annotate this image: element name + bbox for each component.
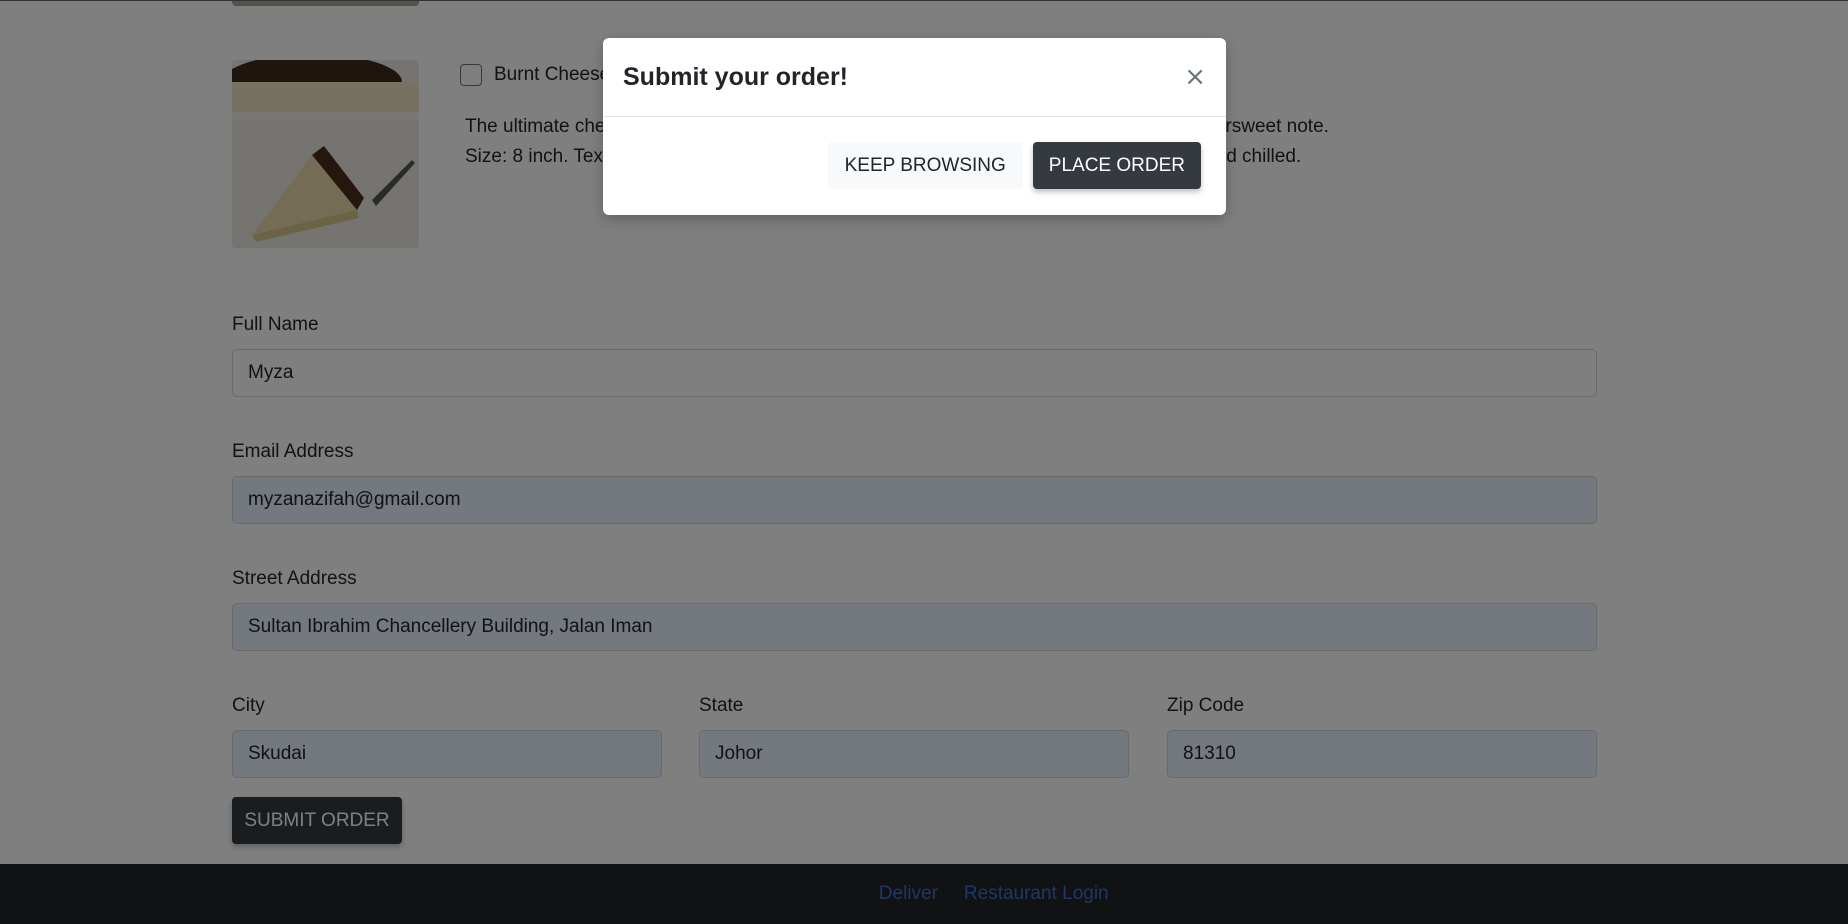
top-border — [0, 0, 1848, 1]
modal-header: Submit your order! × — [603, 38, 1226, 117]
modal-footer: KEEP BROWSING PLACE ORDER — [603, 117, 1226, 189]
place-order-button[interactable]: PLACE ORDER — [1032, 142, 1201, 189]
modal-title: Submit your order! — [623, 62, 849, 91]
submit-order-modal: Submit your order! × KEEP BROWSING PLACE… — [603, 38, 1226, 215]
keep-browsing-button[interactable]: KEEP BROWSING — [827, 142, 1023, 189]
close-icon[interactable]: × — [1184, 64, 1206, 90]
